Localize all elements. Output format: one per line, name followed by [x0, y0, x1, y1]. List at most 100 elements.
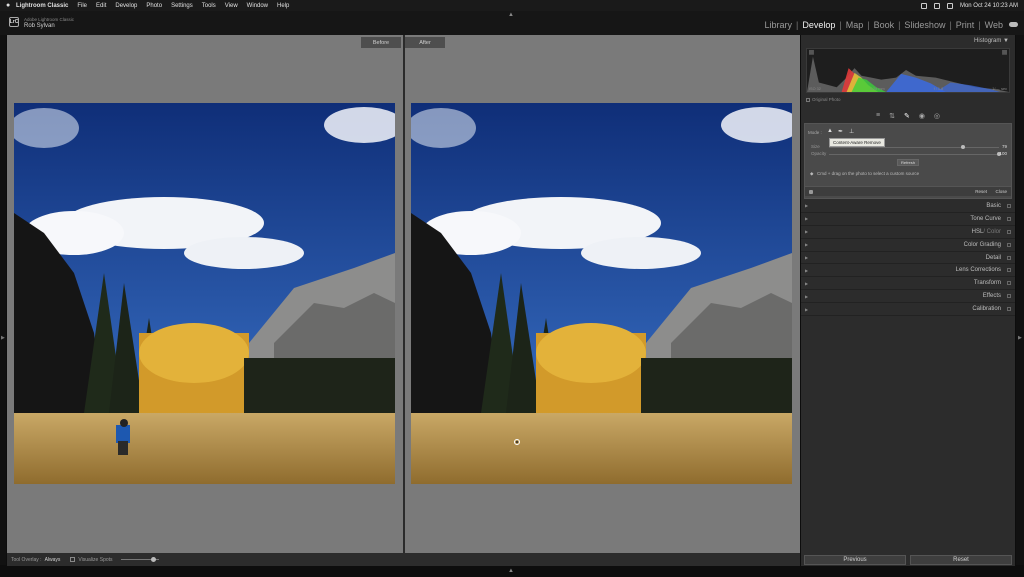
- status-icon[interactable]: [920, 2, 927, 9]
- reset-button[interactable]: Reset: [910, 555, 1012, 565]
- pane-divider: [403, 35, 405, 553]
- section-hsl-color[interactable]: ▶ HSL / Color: [801, 226, 1015, 239]
- cloud-sync-icon[interactable]: [1009, 22, 1018, 27]
- section-tone-curve[interactable]: ▶ Tone Curve: [801, 213, 1015, 226]
- solo-toggle[interactable]: [1007, 216, 1011, 221]
- solo-toggle[interactable]: [1007, 268, 1011, 273]
- section-effects[interactable]: ▶ Effects: [801, 290, 1015, 304]
- crop-icon[interactable]: ≡: [876, 112, 880, 119]
- original-photo-toggle[interactable]: Original Photo: [806, 97, 841, 102]
- solo-toggle[interactable]: [1007, 203, 1011, 208]
- menu-help[interactable]: Help: [277, 3, 289, 9]
- size-value[interactable]: 79: [1002, 144, 1007, 149]
- section-basic[interactable]: ▶ Basic: [801, 200, 1015, 213]
- module-web[interactable]: Web: [982, 20, 1006, 30]
- view-toolbar: Tool Overlay : Always Visualize Spots: [7, 553, 800, 566]
- develop-tool-strip: ≡ ⇅ ✎ ◉ ◎: [801, 109, 1015, 122]
- original-photo-checkbox[interactable]: [806, 97, 810, 102]
- solo-toggle[interactable]: [1007, 229, 1011, 234]
- expand-arrow-icon: ▶: [805, 267, 809, 273]
- mode-tooltip: Content-Aware Remove: [829, 138, 885, 147]
- heal-brush-icon[interactable]: ✒: [838, 128, 843, 135]
- tool-overlay-select[interactable]: Always: [45, 557, 61, 563]
- before-after-view: Before After: [7, 35, 800, 553]
- solo-toggle[interactable]: [1007, 255, 1011, 260]
- section-label: Calibration: [972, 306, 1001, 313]
- menu-edit[interactable]: Edit: [96, 3, 106, 9]
- before-photo[interactable]: [14, 103, 395, 484]
- menu-develop[interactable]: Develop: [115, 3, 137, 9]
- section-label: Lens Corrections: [955, 267, 1001, 274]
- menu-window[interactable]: Window: [247, 3, 268, 9]
- size-slider-knob[interactable]: [961, 145, 966, 149]
- opacity-slider[interactable]: [829, 154, 999, 155]
- mode-label: Mode :: [808, 130, 822, 135]
- custom-source-hint: Cmd + drag on the photo to select a cust…: [817, 171, 920, 176]
- expand-filmstrip-icon[interactable]: ▲: [508, 568, 514, 574]
- module-book[interactable]: Book: [871, 20, 898, 30]
- menu-settings[interactable]: Settings: [171, 3, 193, 9]
- collapse-arrow-icon[interactable]: ▼: [1003, 38, 1009, 44]
- menu-view[interactable]: View: [225, 3, 238, 9]
- size-label: Size: [811, 144, 820, 149]
- menu-file[interactable]: File: [77, 3, 87, 9]
- expand-left-icon[interactable]: ▶: [1, 335, 5, 341]
- right-panel-edge[interactable]: ▶: [1016, 35, 1024, 565]
- wifi-icon[interactable]: [933, 2, 940, 9]
- section-lens-corrections[interactable]: ▶ Lens Corrections: [801, 264, 1015, 278]
- after-photo[interactable]: [411, 103, 792, 484]
- histogram-header[interactable]: Histogram ▼: [801, 35, 1015, 47]
- module-library[interactable]: Library: [761, 20, 795, 30]
- module-map[interactable]: Map: [843, 20, 867, 30]
- histogram-title: Histogram: [974, 38, 1002, 44]
- refresh-button[interactable]: Refresh: [897, 159, 919, 166]
- close-tool-button[interactable]: Close: [995, 189, 1007, 194]
- previous-button[interactable]: Previous: [804, 555, 906, 565]
- target-icon: ◆: [810, 171, 814, 176]
- menu-tools[interactable]: Tools: [202, 3, 216, 9]
- red-eye-icon[interactable]: ◉: [919, 112, 925, 120]
- module-develop[interactable]: Develop: [799, 20, 838, 30]
- apple-menu-icon[interactable]: ●: [6, 2, 16, 9]
- solo-toggle[interactable]: [1007, 281, 1011, 286]
- visualize-threshold-slider[interactable]: [120, 557, 159, 562]
- section-label: Basic: [986, 202, 1001, 209]
- section-detail[interactable]: ▶ Detail: [801, 252, 1015, 265]
- opacity-label: Opacity: [811, 151, 827, 156]
- module-slideshow[interactable]: Slideshow: [901, 20, 948, 30]
- menu-photo[interactable]: Photo: [146, 3, 162, 9]
- section-transform[interactable]: ▶ Transform: [801, 277, 1015, 291]
- tool-overlay-label: Tool Overlay :: [11, 556, 42, 563]
- focal-length-value: 4.28 mm: [869, 87, 885, 91]
- develop-sections: ▶ Basic ▶ Tone Curve ▶ HSL / Color ▶ Color G…: [801, 200, 1015, 317]
- collapse-top-panel-icon[interactable]: ▲: [508, 12, 514, 18]
- tool-toggle-switch[interactable]: [809, 190, 813, 194]
- slider-knob[interactable]: [150, 557, 156, 562]
- section-calibration[interactable]: ▶ Calibration: [801, 303, 1015, 317]
- opacity-value[interactable]: 100: [999, 151, 1007, 156]
- section-color-grading[interactable]: ▶ Color Grading: [801, 239, 1015, 252]
- size-slider[interactable]: [829, 147, 999, 148]
- solo-toggle[interactable]: [1007, 307, 1011, 312]
- transform-icon[interactable]: ⇅: [889, 112, 895, 120]
- collapse-right-icon[interactable]: ▶: [1018, 335, 1022, 341]
- solo-toggle[interactable]: [1007, 294, 1011, 299]
- expand-arrow-icon: ▶: [805, 306, 809, 312]
- clone-stamp-icon[interactable]: ⊥: [849, 128, 854, 135]
- aperture-value: f / 1.8: [933, 87, 944, 91]
- exif-readout: ISO 32 4.28 mm f / 1.8 1/₆₉₀ sec: [806, 87, 1010, 91]
- reset-tool-button[interactable]: Reset: [975, 189, 987, 194]
- menu-app[interactable]: Lightroom Classic: [16, 3, 68, 9]
- original-photo-label: Original Photo: [812, 97, 841, 102]
- module-print[interactable]: Print: [953, 20, 978, 30]
- identity-plate-name: Rob Sylvan: [24, 23, 55, 29]
- left-panel-edge[interactable]: ▶: [0, 35, 6, 565]
- visualize-spots-checkbox[interactable]: [70, 557, 76, 562]
- masking-icon[interactable]: ◎: [934, 112, 940, 120]
- content-aware-remove-icon[interactable]: ▲: [827, 128, 833, 134]
- solo-toggle[interactable]: [1007, 242, 1011, 247]
- search-icon[interactable]: [946, 2, 953, 9]
- menubar-clock[interactable]: Mon Oct 24 10:23 AM: [960, 3, 1018, 9]
- section-label: Detail: [985, 254, 1001, 261]
- healing-icon[interactable]: ✎: [904, 112, 910, 120]
